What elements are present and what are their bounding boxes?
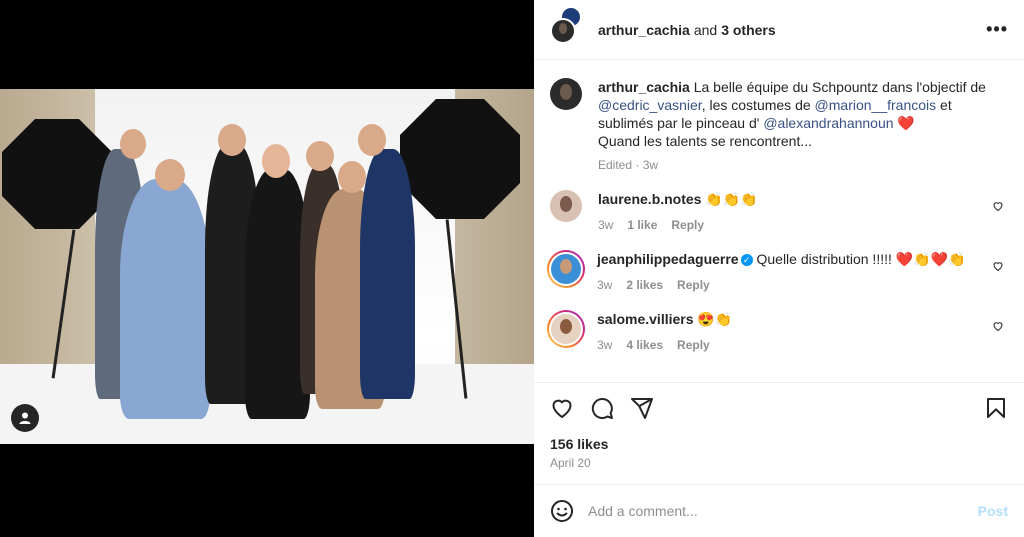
person-2 bbox=[120, 179, 210, 419]
post-media bbox=[0, 0, 534, 537]
reply-button[interactable]: Reply bbox=[671, 218, 704, 232]
like-comment-heart-icon[interactable] bbox=[992, 320, 1004, 332]
comment-item: salome.villiers 😍👏 3w 4 likes Reply bbox=[547, 310, 1008, 352]
post-comment-button[interactable]: Post bbox=[978, 503, 1008, 519]
comment-item: laurene.b.notes 👏👏👏 3w 1 like Reply bbox=[550, 190, 1008, 232]
tagged-users-button[interactable] bbox=[11, 404, 39, 432]
comment-age: 3w bbox=[597, 338, 613, 352]
author-avatar bbox=[550, 17, 576, 44]
caption-segment: , les costumes de bbox=[701, 97, 815, 113]
comment-bubble-icon[interactable] bbox=[590, 396, 614, 420]
post-actions bbox=[534, 382, 1024, 432]
heart-emoji: ❤️ bbox=[893, 115, 915, 131]
comment-likes[interactable]: 4 likes bbox=[626, 338, 663, 352]
emoji-icon[interactable] bbox=[550, 499, 574, 523]
edited-label: Edited bbox=[598, 158, 633, 172]
caption-segment: La belle équipe du Schpountz dans l'obje… bbox=[689, 79, 986, 95]
comment-avatar bbox=[549, 312, 583, 346]
post-header: arthur_cachia and 3 others ••• bbox=[534, 0, 1024, 60]
reply-button[interactable]: Reply bbox=[677, 278, 710, 292]
mention-cedric[interactable]: @cedric_vasnier bbox=[598, 97, 702, 113]
like-comment-heart-icon[interactable] bbox=[992, 260, 1004, 272]
caption-avatar[interactable] bbox=[550, 78, 582, 110]
softbox-right bbox=[400, 99, 520, 219]
person-icon bbox=[19, 412, 31, 424]
post-panel: arthur_cachia and 3 others ••• arthur_ca… bbox=[534, 0, 1024, 537]
more-options-icon[interactable]: ••• bbox=[986, 19, 1008, 40]
collab-avatars[interactable] bbox=[550, 5, 586, 48]
comment-input[interactable] bbox=[588, 503, 978, 519]
story-ring[interactable] bbox=[547, 250, 585, 288]
caption-age: 3w bbox=[642, 158, 659, 172]
person-2-head bbox=[155, 159, 185, 191]
like-heart-icon[interactable] bbox=[550, 396, 574, 420]
comment-avatar bbox=[549, 252, 583, 286]
comment-likes[interactable]: 1 like bbox=[627, 218, 657, 232]
comment-item: jeanphilippedaguerre ✓ Quelle distributio… bbox=[547, 250, 1008, 292]
verified-badge-icon: ✓ bbox=[740, 254, 753, 267]
person-3-head bbox=[218, 124, 246, 156]
comment-age: 3w bbox=[597, 278, 613, 292]
share-send-icon[interactable] bbox=[630, 396, 654, 420]
comment-age: 3w bbox=[598, 218, 614, 232]
comment-avatar[interactable] bbox=[550, 190, 582, 222]
comment-text: Quelle distribution !!!!! ❤️👏❤️👏 bbox=[752, 251, 966, 267]
caption-line2: Quand les talents se rencontrent... bbox=[598, 133, 813, 149]
story-ring[interactable] bbox=[547, 310, 585, 348]
person-7-head bbox=[358, 124, 386, 156]
others-link[interactable]: 3 others bbox=[721, 22, 775, 38]
comment-username[interactable]: laurene.b.notes bbox=[598, 191, 701, 207]
likes-count[interactable]: 156 likes bbox=[550, 436, 608, 452]
comment-username[interactable]: jeanphilippedaguerre bbox=[597, 251, 739, 267]
person-7 bbox=[360, 149, 415, 399]
comment-likes[interactable]: 2 likes bbox=[626, 278, 663, 292]
like-comment-heart-icon[interactable] bbox=[992, 200, 1004, 212]
comment-text: 😍👏 bbox=[697, 311, 733, 327]
caption-author[interactable]: arthur_cachia bbox=[598, 79, 690, 95]
comment-username[interactable]: salome.villiers bbox=[597, 311, 694, 327]
mention-marion[interactable]: @marion__francois bbox=[815, 97, 937, 113]
meta-separator: · bbox=[635, 158, 640, 172]
post-date: April 20 bbox=[550, 456, 591, 470]
person-6-head bbox=[338, 161, 366, 193]
bookmark-icon[interactable] bbox=[984, 396, 1008, 420]
comments-section: arthur_cachia La belle équipe du Schpoun… bbox=[534, 60, 1024, 382]
author-username[interactable]: arthur_cachia bbox=[598, 22, 690, 38]
person-4-head bbox=[262, 144, 290, 178]
caption-meta: Edited · 3w bbox=[598, 158, 988, 172]
mention-alexandra[interactable]: @alexandrahannoun bbox=[763, 115, 893, 131]
comment-text: 👏👏👏 bbox=[705, 191, 758, 207]
reply-button[interactable]: Reply bbox=[677, 338, 710, 352]
person-5-head bbox=[306, 141, 334, 171]
post-photo[interactable] bbox=[0, 89, 534, 444]
caption-text: arthur_cachia La belle équipe du Schpoun… bbox=[598, 78, 988, 150]
comment-composer: Post bbox=[534, 484, 1024, 537]
and-label: and bbox=[693, 21, 718, 38]
person-1-head bbox=[120, 129, 146, 159]
caption: arthur_cachia La belle équipe du Schpoun… bbox=[550, 78, 1008, 172]
